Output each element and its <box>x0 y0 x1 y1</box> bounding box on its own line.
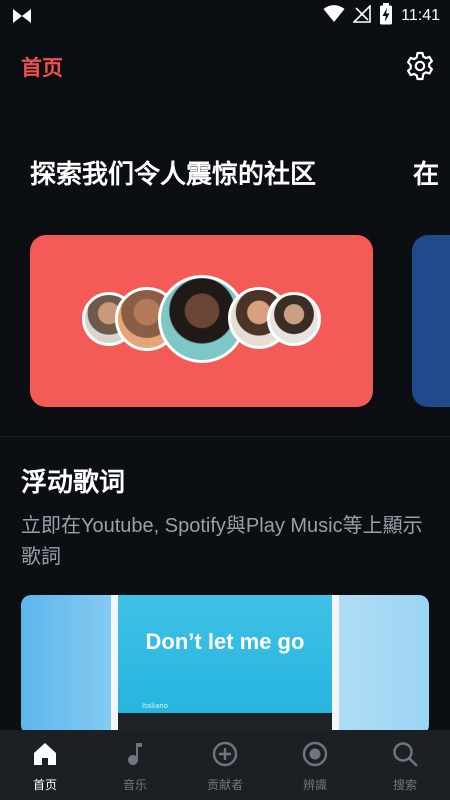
section-divider <box>0 436 450 437</box>
nav-item-contributors[interactable]: 贡献者 <box>180 730 270 800</box>
battery-charging-icon <box>379 3 393 29</box>
status-bar: 11:41 <box>0 0 450 32</box>
record-icon <box>302 741 328 767</box>
bottom-nav: 首页 音乐 贡献者 辨識 搜索 <box>0 730 450 800</box>
nav-label: 搜索 <box>392 778 417 792</box>
community-carousel[interactable]: 探索我们令人震惊的社区 在 <box>0 140 450 420</box>
card-title-next: 在 <box>413 160 440 190</box>
section-description: 立即在Youtube, Spotify與Play Music等上顯示歌詞 <box>21 515 423 568</box>
nav-label: 辨識 <box>302 778 327 792</box>
nav-item-identify[interactable]: 辨識 <box>270 730 360 800</box>
music-note-icon <box>128 743 142 765</box>
lyric-text: Don’t let me go <box>145 629 305 654</box>
nav-item-search[interactable]: 搜索 <box>360 730 450 800</box>
feature-preview-image[interactable]: Don’t let me go Italiano <box>21 595 429 735</box>
nav-label: 首页 <box>32 778 57 792</box>
settings-button[interactable] <box>404 50 436 82</box>
nav-item-music[interactable]: 音乐 <box>90 730 180 800</box>
avatar <box>267 292 321 346</box>
nav-item-home[interactable]: 首页 <box>0 730 90 800</box>
language-label: Italiano <box>142 702 168 710</box>
top-bar: 首页 <box>0 40 450 92</box>
gear-icon <box>407 51 433 81</box>
page-title: 首页 <box>21 56 63 80</box>
phone-screen: Don’t let me go Italiano <box>118 595 332 735</box>
no-signal-icon <box>352 4 371 27</box>
status-time: 11:41 <box>401 7 440 24</box>
search-icon <box>393 742 418 767</box>
section-title: 浮动歌词 <box>21 468 126 498</box>
card-title: 探索我们令人震惊的社区 <box>30 160 317 190</box>
community-card-next[interactable] <box>412 235 450 407</box>
plus-circle-icon <box>212 741 238 767</box>
nav-label: 音乐 <box>122 778 147 792</box>
phone-mockup: Don’t let me go Italiano <box>111 595 339 735</box>
wifi-icon <box>323 5 345 27</box>
app-logo-icon <box>12 8 32 28</box>
nav-label: 贡献者 <box>206 778 243 792</box>
community-card[interactable] <box>30 235 373 407</box>
home-icon <box>34 743 56 765</box>
